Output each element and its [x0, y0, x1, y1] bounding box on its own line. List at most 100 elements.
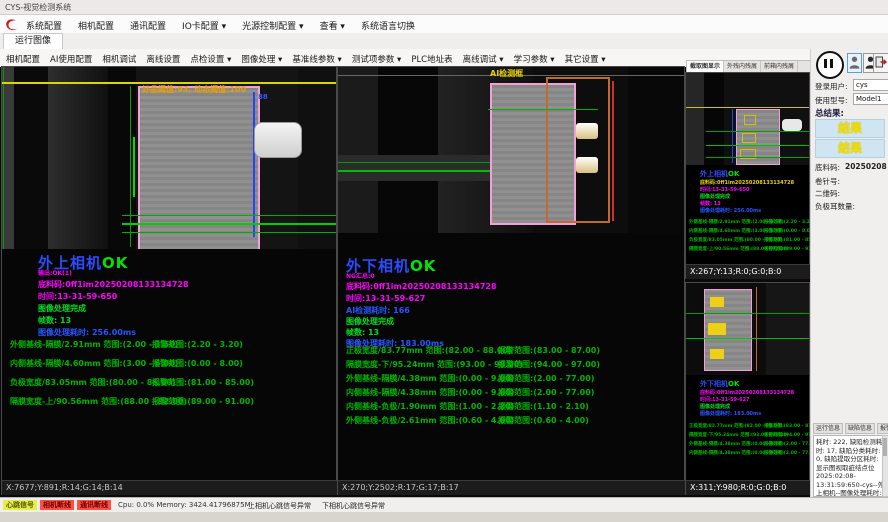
left-camera-time: 时间:13-31-59-650: [38, 291, 117, 302]
tool-spot-check-setting[interactable]: 点检设置 ▾: [190, 53, 231, 65]
green-scan-line: [122, 232, 336, 233]
green-edge-line: [3, 67, 4, 249]
tool-baseline-params[interactable]: 基准线参数 ▾: [292, 53, 341, 65]
middle-camera-sub: NG汇总:0: [346, 271, 375, 280]
menu-light-control-config[interactable]: 光源控制配置 ▾: [240, 19, 305, 32]
info-tab-alarm[interactable]: 报警信息: [877, 423, 888, 434]
middle-camera-done: 图像处理完成: [346, 316, 394, 327]
pause-button[interactable]: [816, 51, 844, 79]
heartbeat-status-badge: 心跳信号: [3, 500, 37, 510]
threshold-label: 好品阈值:93, 动态阈值:100: [142, 84, 246, 95]
thumb-tab-outer-debris[interactable]: 外残内残屑: [724, 61, 761, 73]
tool-offline-debug[interactable]: 离线调试 ▾: [463, 53, 504, 65]
left-camera-panel: 好品阈值:93, 动态阈值:100 88 外上相机OK 输出:OK(1) 底料码…: [2, 67, 336, 494]
bottom-thumbnail-image: [686, 283, 809, 375]
alarm-range: 报警范围:(89.00 - 91.00): [152, 396, 254, 407]
mini-alarm-range: 报警范围:(0.00 - 8.00): [764, 228, 815, 234]
tool-image-processing[interactable]: 图像处理 ▾: [241, 53, 282, 65]
menu-system-config[interactable]: 系统配置: [24, 19, 64, 32]
window-title: CYS-视觉检测系统: [5, 2, 71, 13]
gold-contact: [576, 157, 598, 173]
green-scan-line: [122, 223, 336, 225]
tool-offline-setting[interactable]: 离线设置: [146, 53, 180, 65]
blue-measure-line: [732, 109, 733, 163]
top-thumbnail-image: [686, 73, 809, 165]
app-logo-icon: [4, 17, 19, 31]
menu-comm-config[interactable]: 通讯配置: [128, 19, 168, 32]
tool-camera-config[interactable]: 相机配置: [6, 53, 40, 65]
application-window: CYS-视觉检测系统 系统配置 相机配置 通讯配置 IO卡配置 ▾ 光源控制配置…: [0, 0, 888, 522]
thumb-tab-front-debris[interactable]: 前箱内残屑: [761, 61, 798, 73]
defect-marker-box: [742, 133, 756, 143]
menu-view[interactable]: 查看 ▾: [318, 19, 347, 32]
machine-track: [338, 155, 508, 181]
login-user-label: 登录用户:: [815, 81, 848, 92]
tool-plc-address-table[interactable]: PLC地址表: [411, 53, 452, 65]
top-thumb-camera-name: 外上相机: [700, 170, 728, 178]
bottom-thumb-time: 时间:13-31-59-627: [700, 396, 750, 403]
defect-highlight-box: [710, 349, 724, 359]
bottom-thumb-title: 外下相机OK: [700, 379, 739, 389]
machine-gap: [108, 67, 136, 249]
camera-offline-badge: 相机断线: [40, 500, 74, 510]
bottom-thumb-coordinates: X:311;Y:980;R:0;G:0;B:0: [686, 480, 813, 495]
defect-highlight-box: [708, 323, 726, 335]
orange-measure-line: [756, 287, 757, 371]
top-thumb-title: 外上相机OK: [700, 169, 739, 179]
top-thumb-ok: OK: [728, 170, 739, 178]
menu-bar: 系统配置 相机配置 通讯配置 IO卡配置 ▾ 光源控制配置 ▾ 查看 ▾ 系统语…: [0, 15, 888, 34]
roller-object: [254, 122, 302, 158]
defect-highlight-box: [710, 297, 724, 307]
top-thumb-coordinates: X:267;Y:13;R:0;G:0;B:0: [686, 264, 813, 279]
left-camera-image: 好品阈值:93, 动态阈值:100 88: [2, 67, 336, 249]
thumb-tab-capture[interactable]: 截取图显示: [687, 61, 724, 73]
result-box-1: 结果: [815, 119, 885, 138]
green-scan-line: [706, 157, 809, 158]
pause-icon: [824, 59, 827, 68]
green-scan-line: [706, 145, 809, 146]
ai-box-label: AI检测框: [490, 68, 523, 79]
alarm-range: 报警范围:(94.00 - 97.00): [498, 359, 600, 370]
scrollbar-thumb[interactable]: [883, 438, 887, 456]
alarm-range: 报警范围:(0.60 - 4.00): [498, 415, 589, 426]
model-field[interactable]: Model1: [853, 93, 888, 105]
ai-detect-box: [546, 77, 610, 223]
logout-button[interactable]: [873, 53, 888, 73]
bottom-thumb-camera-name: 外下相机: [700, 380, 728, 388]
tool-other-settings[interactable]: 其它设置 ▾: [565, 53, 606, 65]
middle-camera-ok: OK: [410, 257, 436, 275]
user-icon: [849, 55, 860, 69]
bottom-thumbnail-panel: 外下相机OK 底料码:0ff1im20250208133134728 时间:13…: [686, 283, 809, 494]
tool-camera-debug[interactable]: 相机调试: [102, 53, 136, 65]
tool-test-item-params[interactable]: 测试项参数 ▾: [352, 53, 401, 65]
login-user-field[interactable]: cys: [853, 79, 888, 91]
machine-shade: [686, 73, 704, 165]
view-tab-strip: [0, 33, 888, 49]
left-camera-frames: 帧数: 13: [38, 315, 71, 326]
machine-shade: [48, 67, 108, 249]
top-thumb-time: 时间:13-31-59-650: [700, 186, 750, 193]
tool-learning-params[interactable]: 学习参数 ▾: [514, 53, 555, 65]
left-pixel-coordinates: X:7677;Y:891;R:14;G:14;B:14: [2, 480, 340, 495]
info-scrollbar[interactable]: [882, 435, 888, 497]
red-measure-line: [612, 81, 614, 221]
menu-language-switch[interactable]: 系统语言切换: [359, 19, 417, 32]
info-tab-defect[interactable]: 缺陷信息: [845, 423, 875, 434]
green-measure-segment: [133, 137, 135, 197]
tool-ai-use-config[interactable]: AI使用配置: [50, 53, 92, 65]
machine-shade: [338, 67, 378, 233]
info-tab-run[interactable]: 运行信息: [813, 423, 843, 434]
tab-run-image[interactable]: 运行图像: [3, 33, 63, 49]
material-code-label: 底料码:: [815, 162, 840, 173]
total-result-label: 总结果:: [815, 107, 844, 119]
alarm-range: 报警范围:(1.10 - 2.10): [498, 401, 589, 412]
left-camera-code: 底料码:0ff1im20250208133134728: [38, 279, 189, 290]
measure-row: 外侧基线-负极/2.61mm 范围:(0.60 - 4.00): [346, 415, 514, 426]
user-button[interactable]: [847, 53, 862, 73]
yellow-reference-line: [686, 107, 809, 108]
lower-camera-warning: 下相机心跳信号异常: [322, 501, 385, 511]
alarm-range: 报警范围:(2.00 - 77.00): [498, 387, 594, 398]
menu-camera-config[interactable]: 相机配置: [76, 19, 116, 32]
middle-camera-frames: 帧数: 13: [346, 327, 379, 338]
menu-io-card-config[interactable]: IO卡配置 ▾: [180, 19, 228, 32]
